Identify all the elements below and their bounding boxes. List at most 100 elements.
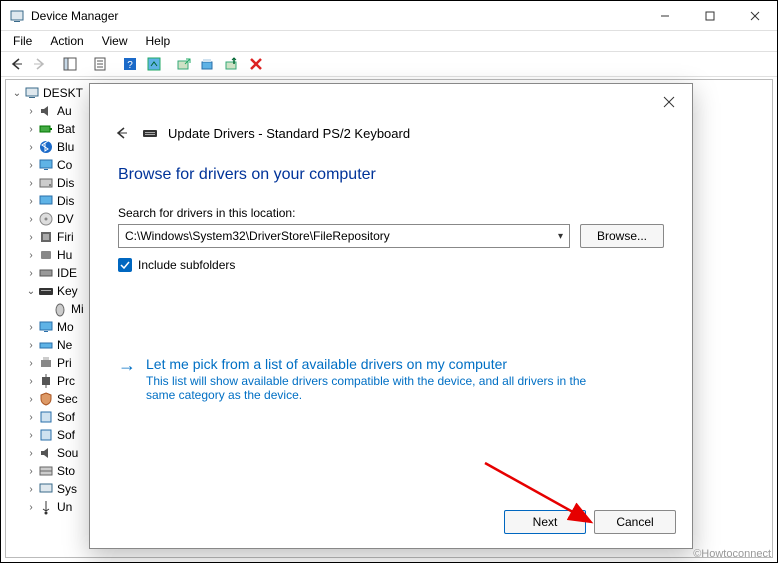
caret-icon[interactable]: › xyxy=(24,412,38,423)
caret-icon[interactable]: › xyxy=(24,250,38,261)
back-button[interactable] xyxy=(5,53,27,75)
tree-item-label: Sou xyxy=(57,446,78,460)
usb-icon xyxy=(38,499,54,515)
caret-icon[interactable]: › xyxy=(24,322,38,333)
tree-item-label: Key xyxy=(57,284,78,298)
tree-item-label: Pri xyxy=(57,356,72,370)
titlebar: Device Manager xyxy=(1,1,777,31)
caret-icon[interactable]: › xyxy=(24,394,38,405)
disable-button[interactable] xyxy=(221,53,243,75)
caret-icon[interactable]: › xyxy=(24,106,38,117)
dialog-back-button[interactable] xyxy=(110,122,132,144)
caret-icon[interactable]: › xyxy=(24,232,38,243)
tree-item-label: Sof xyxy=(57,428,75,442)
tree-item-label: Blu xyxy=(57,140,74,154)
software-icon xyxy=(38,409,54,425)
printer-icon xyxy=(38,355,54,371)
next-button[interactable]: Next xyxy=(504,510,586,534)
caret-icon[interactable]: › xyxy=(24,142,38,153)
titlebar-left: Device Manager xyxy=(9,8,118,24)
monitor-icon xyxy=(38,319,54,335)
properties-button[interactable] xyxy=(89,53,111,75)
sound-icon xyxy=(38,445,54,461)
firmware-icon xyxy=(38,229,54,245)
tree-item-label: Sof xyxy=(57,410,75,424)
include-subfolders-row[interactable]: Include subfolders xyxy=(118,258,664,272)
pick-from-list-link[interactable]: → Let me pick from a list of available d… xyxy=(118,356,664,374)
path-combo[interactable]: C:\Windows\System32\DriverStore\FileRepo… xyxy=(118,224,570,248)
caret-icon[interactable]: ⌄ xyxy=(10,88,24,99)
monitor-icon xyxy=(38,157,54,173)
browse-button[interactable]: Browse... xyxy=(580,224,664,248)
bluetooth-icon xyxy=(38,139,54,155)
caret-icon[interactable]: › xyxy=(24,466,38,477)
forward-button[interactable] xyxy=(29,53,51,75)
disk-icon xyxy=(38,175,54,191)
show-hide-button[interactable] xyxy=(59,53,81,75)
pick-description: This list will show available drivers co… xyxy=(146,374,606,402)
menu-action[interactable]: Action xyxy=(42,32,91,50)
menu-view[interactable]: View xyxy=(94,32,136,50)
system-icon xyxy=(38,481,54,497)
caret-icon[interactable]: › xyxy=(24,484,38,495)
include-checkbox[interactable] xyxy=(118,258,132,272)
display-icon xyxy=(38,193,54,209)
separator xyxy=(83,53,87,75)
menu-help[interactable]: Help xyxy=(138,32,179,50)
tree-item-label: DV xyxy=(57,212,74,226)
scan-button[interactable] xyxy=(143,53,165,75)
caret-icon[interactable]: › xyxy=(24,430,38,441)
keyboard-icon xyxy=(38,283,54,299)
tree-item-label: Dis xyxy=(57,194,74,208)
caret-icon[interactable]: ⌄ xyxy=(24,286,38,297)
caret-icon[interactable]: › xyxy=(24,196,38,207)
caret-icon[interactable]: › xyxy=(24,268,38,279)
dialog-footer: Next Cancel xyxy=(504,510,676,534)
tree-item-label: Sec xyxy=(57,392,78,406)
caret-icon[interactable]: › xyxy=(24,376,38,387)
separator xyxy=(53,53,57,75)
minimize-button[interactable] xyxy=(642,1,687,31)
tree-item-label: Sto xyxy=(57,464,75,478)
tree-item-label: Hu xyxy=(57,248,72,262)
separator xyxy=(167,53,171,75)
svg-text:?: ? xyxy=(127,60,133,71)
caret-icon[interactable]: › xyxy=(24,448,38,459)
window-controls xyxy=(642,1,777,31)
close-button[interactable] xyxy=(732,1,777,31)
caret-icon[interactable]: › xyxy=(24,160,38,171)
path-value: C:\Windows\System32\DriverStore\FileRepo… xyxy=(125,229,390,243)
window-title: Device Manager xyxy=(31,9,118,23)
help-button[interactable]: ? xyxy=(119,53,141,75)
storage-icon xyxy=(38,463,54,479)
caret-icon[interactable]: › xyxy=(24,340,38,351)
ide-icon xyxy=(38,265,54,281)
caret-icon[interactable]: › xyxy=(24,358,38,369)
tree-item-label: IDE xyxy=(57,266,77,280)
uninstall-button[interactable] xyxy=(197,53,219,75)
pick-title: Let me pick from a list of available dri… xyxy=(146,356,507,374)
dialog-close-button[interactable] xyxy=(654,90,684,114)
include-label: Include subfolders xyxy=(138,258,235,272)
update-drivers-dialog: Update Drivers - Standard PS/2 Keyboard … xyxy=(89,83,693,549)
arrow-right-icon: → xyxy=(118,356,136,374)
tree-item-label: Mo xyxy=(57,320,74,334)
caret-icon[interactable]: › xyxy=(24,178,38,189)
caret-icon[interactable]: › xyxy=(24,214,38,225)
cancel-button[interactable]: Cancel xyxy=(594,510,676,534)
caret-icon[interactable]: › xyxy=(24,502,38,513)
tree-item-label: Au xyxy=(57,104,72,118)
tree-item-label: Dis xyxy=(57,176,74,190)
tree-item-label: Co xyxy=(57,158,72,172)
dialog-title: Update Drivers - Standard PS/2 Keyboard xyxy=(168,126,410,141)
maximize-button[interactable] xyxy=(687,1,732,31)
watermark: ©Howtoconnect xyxy=(693,548,771,560)
menu-file[interactable]: File xyxy=(5,32,40,50)
dialog-header: Update Drivers - Standard PS/2 Keyboard xyxy=(90,84,692,150)
update-driver-button[interactable] xyxy=(173,53,195,75)
keyboard-icon xyxy=(142,125,158,141)
caret-icon[interactable]: › xyxy=(24,124,38,135)
menubar: File Action View Help xyxy=(1,31,777,51)
tree-item-label: Sys xyxy=(57,482,77,496)
delete-button[interactable] xyxy=(245,53,267,75)
